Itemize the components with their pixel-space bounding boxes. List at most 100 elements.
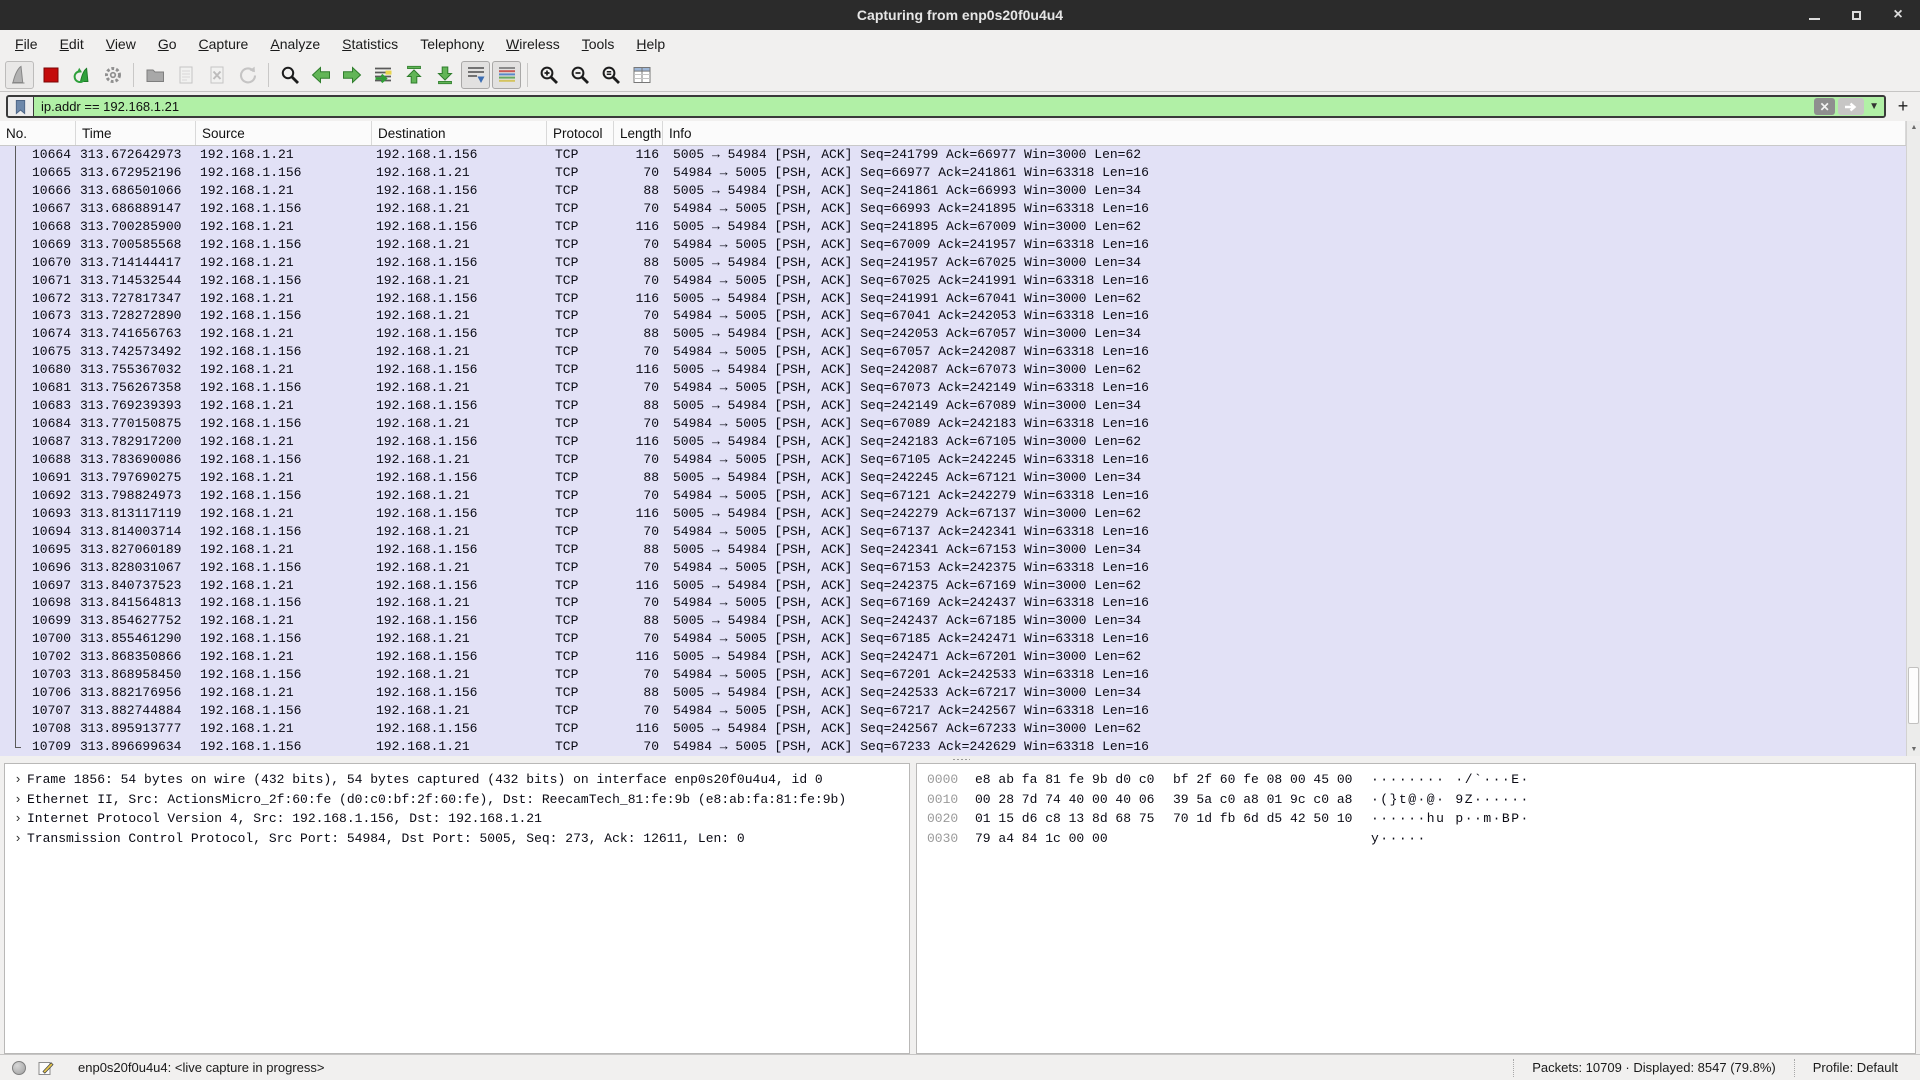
go-back-button[interactable] xyxy=(306,61,335,89)
profile-selector[interactable]: Profile: Default xyxy=(1794,1059,1916,1077)
packet-row[interactable]: 10697313.840737523192.168.1.21192.168.1.… xyxy=(0,577,1906,595)
close-file-button[interactable] xyxy=(202,61,231,89)
reload-file-button[interactable] xyxy=(233,61,262,89)
start-capture-button[interactable] xyxy=(5,61,34,89)
filter-add-button[interactable]: + xyxy=(1892,96,1914,117)
packet-row[interactable]: 10681313.756267358192.168.1.156192.168.1… xyxy=(0,379,1906,397)
packet-row[interactable]: 10687313.782917200192.168.1.21192.168.1.… xyxy=(0,433,1906,451)
column-header-protocol[interactable]: Protocol xyxy=(547,121,614,145)
packet-row[interactable]: 10674313.741656763192.168.1.21192.168.1.… xyxy=(0,325,1906,343)
filter-clear-button[interactable]: ✕ xyxy=(1814,98,1835,115)
go-last-packet-button[interactable] xyxy=(430,61,459,89)
zoom-out-button[interactable] xyxy=(565,61,594,89)
scrollbar-thumb[interactable] xyxy=(1908,667,1919,724)
packet-row[interactable]: 10698313.841564813192.168.1.156192.168.1… xyxy=(0,594,1906,612)
scroll-up-icon[interactable]: ▲ xyxy=(1907,121,1920,134)
display-filter-input[interactable]: ip.addr == 192.168.1.21 xyxy=(34,97,1814,116)
packet-row[interactable]: 10666313.686501066192.168.1.21192.168.1.… xyxy=(0,182,1906,200)
filter-bookmark-button[interactable] xyxy=(8,97,34,116)
packet-row[interactable]: 10688313.783690086192.168.1.156192.168.1… xyxy=(0,451,1906,469)
expand-arrow-icon[interactable]: › xyxy=(9,829,27,849)
packet-row[interactable]: 10665313.672952196192.168.1.156192.168.1… xyxy=(0,164,1906,182)
packet-row[interactable]: 10699313.854627752192.168.1.21192.168.1.… xyxy=(0,612,1906,630)
packet-row[interactable]: 10696313.828031067192.168.1.156192.168.1… xyxy=(0,559,1906,577)
packet-row[interactable]: 10695313.827060189192.168.1.21192.168.1.… xyxy=(0,541,1906,559)
menu-wireless[interactable]: Wireless xyxy=(495,32,571,56)
expert-info-icon[interactable] xyxy=(12,1061,26,1075)
packet-row[interactable]: 10675313.742573492192.168.1.156192.168.1… xyxy=(0,343,1906,361)
hex-row[interactable]: 0000e8 ab fa 81 fe 9b d0 c0bf 2f 60 fe 0… xyxy=(927,770,1915,790)
capture-comment-icon[interactable] xyxy=(38,1060,54,1076)
packet-row[interactable]: 10707313.882744884192.168.1.156192.168.1… xyxy=(0,702,1906,720)
find-packet-button[interactable] xyxy=(275,61,304,89)
packet-row[interactable]: 10709313.896699634192.168.1.156192.168.1… xyxy=(0,738,1906,756)
hex-row[interactable]: 002001 15 d6 c8 13 8d 68 7570 1d fb 6d d… xyxy=(927,809,1915,829)
save-file-button[interactable] xyxy=(171,61,200,89)
menu-capture[interactable]: Capture xyxy=(188,32,260,56)
column-header-info[interactable]: Info xyxy=(663,121,1906,145)
packet-row[interactable]: 10706313.882176956192.168.1.21192.168.1.… xyxy=(0,684,1906,702)
filter-dropdown-button[interactable]: ▼ xyxy=(1867,101,1881,112)
scroll-down-icon[interactable]: ▼ xyxy=(1907,743,1920,756)
packet-row[interactable]: 10683313.769239393192.168.1.21192.168.1.… xyxy=(0,397,1906,415)
packet-row[interactable]: 10671313.714532544192.168.1.156192.168.1… xyxy=(0,272,1906,290)
menu-file[interactable]: File xyxy=(4,32,49,56)
detail-line[interactable]: ›Ethernet II, Src: ActionsMicro_2f:60:fe… xyxy=(9,790,905,810)
zoom-in-button[interactable] xyxy=(534,61,563,89)
packet-row[interactable]: 10694313.814003714192.168.1.156192.168.1… xyxy=(0,523,1906,541)
menu-telephony[interactable]: Telephony xyxy=(409,32,495,56)
menu-help[interactable]: Help xyxy=(625,32,676,56)
packet-row[interactable]: 10702313.868350866192.168.1.21192.168.1.… xyxy=(0,648,1906,666)
close-button[interactable]: × xyxy=(1890,7,1906,23)
maximize-button[interactable] xyxy=(1848,7,1864,23)
menu-analyze[interactable]: Analyze xyxy=(259,32,331,56)
expand-arrow-icon[interactable]: › xyxy=(9,790,27,810)
packet-row[interactable]: 10693313.813117119192.168.1.21192.168.1.… xyxy=(0,505,1906,523)
detail-line[interactable]: ›Frame 1856: 54 bytes on wire (432 bits)… xyxy=(9,770,905,790)
menu-go[interactable]: Go xyxy=(147,32,188,56)
go-to-packet-button[interactable] xyxy=(368,61,397,89)
minimize-button[interactable] xyxy=(1806,7,1822,23)
packet-row[interactable]: 10669313.700585568192.168.1.156192.168.1… xyxy=(0,236,1906,254)
detail-line[interactable]: ›Transmission Control Protocol, Src Port… xyxy=(9,829,905,849)
packet-list-scrollbar[interactable]: ▲ ▼ xyxy=(1906,121,1920,756)
auto-scroll-button[interactable] xyxy=(461,61,490,89)
packet-row[interactable]: 10692313.798824973192.168.1.156192.168.1… xyxy=(0,487,1906,505)
stop-capture-button[interactable] xyxy=(36,61,65,89)
resize-columns-button[interactable] xyxy=(627,61,656,89)
pane-splitter[interactable] xyxy=(0,756,1920,763)
go-forward-button[interactable] xyxy=(337,61,366,89)
menu-view[interactable]: View xyxy=(95,32,147,56)
open-file-button[interactable] xyxy=(140,61,169,89)
packet-row[interactable]: 10672313.727817347192.168.1.21192.168.1.… xyxy=(0,290,1906,308)
column-header-time[interactable]: Time xyxy=(76,121,196,145)
column-header-no[interactable]: No. xyxy=(0,121,76,145)
packet-row[interactable]: 10684313.770150875192.168.1.156192.168.1… xyxy=(0,415,1906,433)
packet-row[interactable]: 10664313.672642973192.168.1.21192.168.1.… xyxy=(0,146,1906,164)
filter-apply-button[interactable] xyxy=(1838,98,1864,115)
zoom-original-button[interactable] xyxy=(596,61,625,89)
colorize-packets-button[interactable] xyxy=(492,61,521,89)
packet-row[interactable]: 10703313.868958450192.168.1.156192.168.1… xyxy=(0,666,1906,684)
expand-arrow-icon[interactable]: › xyxy=(9,770,27,790)
packet-row[interactable]: 10708313.895913777192.168.1.21192.168.1.… xyxy=(0,720,1906,738)
packet-row[interactable]: 10691313.797690275192.168.1.21192.168.1.… xyxy=(0,469,1906,487)
menu-tools[interactable]: Tools xyxy=(571,32,626,56)
packet-row[interactable]: 10668313.700285900192.168.1.21192.168.1.… xyxy=(0,218,1906,236)
hex-row[interactable]: 003079 a4 84 1c 00 00y····· xyxy=(927,829,1915,849)
menu-statistics[interactable]: Statistics xyxy=(331,32,409,56)
go-first-packet-button[interactable] xyxy=(399,61,428,89)
menu-edit[interactable]: Edit xyxy=(49,32,95,56)
packet-row[interactable]: 10673313.728272890192.168.1.156192.168.1… xyxy=(0,307,1906,325)
restart-capture-button[interactable] xyxy=(67,61,96,89)
capture-options-button[interactable] xyxy=(98,61,127,89)
packet-row[interactable]: 10680313.755367032192.168.1.21192.168.1.… xyxy=(0,361,1906,379)
column-header-length[interactable]: Length xyxy=(614,121,663,145)
hex-row[interactable]: 001000 28 7d 74 40 00 40 0639 5a c0 a8 0… xyxy=(927,790,1915,810)
expand-arrow-icon[interactable]: › xyxy=(9,809,27,829)
packet-row[interactable]: 10667313.686889147192.168.1.156192.168.1… xyxy=(0,200,1906,218)
packet-row[interactable]: 10700313.855461290192.168.1.156192.168.1… xyxy=(0,630,1906,648)
column-header-source[interactable]: Source xyxy=(196,121,372,145)
packet-row[interactable]: 10670313.714144417192.168.1.21192.168.1.… xyxy=(0,254,1906,272)
column-header-destination[interactable]: Destination xyxy=(372,121,547,145)
